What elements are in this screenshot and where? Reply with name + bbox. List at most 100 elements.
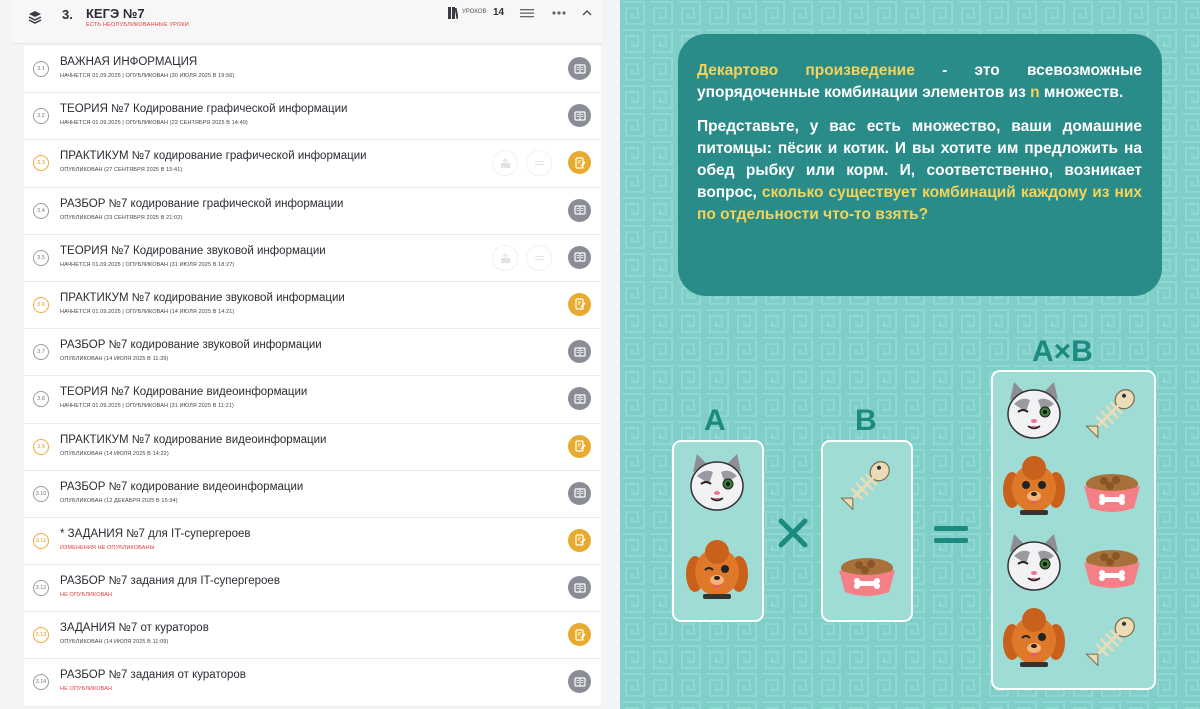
product-fish-bone-icon-2 [1085,617,1135,667]
product-dog-icon-2 [1003,608,1065,667]
lesson-title[interactable]: ТЕОРИЯ №7 Кодирование звуковой информаци… [60,245,326,257]
reader-icon [573,347,586,357]
lesson-number-badge: 3.5 [33,249,49,266]
lesson-row[interactable]: 3.14 РАЗБОР №7 задания от кураторов НЕ ОПУ… [24,659,601,707]
more-dots-icon [552,11,566,15]
lesson-number-badge: 3.12 [33,580,49,597]
lesson-title[interactable]: * ЗАДАНИЯ №7 для IT-супергероев [60,528,251,540]
definition-term: Декартово произведение [697,62,915,79]
lesson-row[interactable]: 3.13 ЗАДАНИЯ №7 от кураторов ОПУБЛИКОВАН (… [24,612,601,660]
lesson-status-meta: ОПУБЛИКОВАН (14 ИЮЛЯ 2025 В 11:09) [60,639,169,646]
lessons-count-value: 14 [493,7,505,18]
lesson-row[interactable]: 3.12 РАЗБОР №7 задания для IT-супергероев… [24,565,601,613]
lessons-count-label: УРОКОВ [462,9,487,15]
lesson-title[interactable]: ТЕОРИЯ №7 Кодирование графической информ… [60,103,347,115]
edit-document-icon [574,440,586,452]
lesson-status-meta: НАЧНЕТСЯ 01.09.2025 | ОПУБЛИКОВАН (31 ИЮ… [60,261,235,268]
theory-open-button[interactable] [568,104,591,128]
lesson-title[interactable]: ПРАКТИКУМ №7 кодирование видеоинформации [60,434,326,446]
lesson-status-meta: ИЗМЕНЕНИЯ НЕ ОПУБЛИКОВАНЫ [60,544,155,551]
definition-paragraph: Декартово произведение - это всевозможны… [697,60,1142,104]
lesson-number-badge: 3.9 [33,438,49,455]
lesson-number-badge: 3.13 [33,627,49,644]
theory-open-button[interactable] [568,340,591,364]
lesson-row[interactable]: 3.1 ВАЖНАЯ ИНФОРМАЦИЯ НАЧНЕТСЯ 01.09.2025 … [24,46,601,94]
practice-edit-button[interactable] [568,292,591,316]
collapse-button[interactable] [578,6,596,20]
reader-icon [573,394,586,404]
lesson-title[interactable]: РАЗБОР №7 задания от кураторов [60,669,246,681]
product-label: A×B [1032,335,1093,368]
theory-open-button[interactable] [568,57,591,80]
lesson-row[interactable]: 3.11 * ЗАДАНИЯ №7 для IT-супергероев ИЗМЕН… [24,517,601,566]
lesson-status-meta: ОПУБЛИКОВАН (27 СЕНТЯБРЯ 2025 В 15:41) [60,167,183,174]
product-cat-icon-1 [1007,382,1061,439]
theory-open-button[interactable] [568,576,591,600]
reorder-hover-button[interactable] [526,244,552,271]
practice-edit-button[interactable] [568,623,591,647]
food-bowl-icon [839,558,895,596]
layers-icon [28,11,42,24]
drag-handle-button[interactable] [518,6,536,20]
set-a-label: A [704,404,726,437]
publish-hover-button[interactable] [492,244,518,271]
lesson-list: 3.1 ВАЖНАЯ ИНФОРМАЦИЯ НАЧНЕТСЯ 01.09.2025 … [24,46,601,707]
module-number: 3. [62,7,73,22]
lesson-title[interactable]: ЗАДАНИЯ №7 от кураторов [60,622,209,634]
reader-icon [573,488,586,498]
lesson-status-meta: ОПУБЛИКОВАН (14 ИЮЛЯ 2025 В 14:22) [60,450,169,457]
lesson-row[interactable]: 3.7 РАЗБОР №7 кодирование звуковой информ… [24,329,601,377]
lesson-row[interactable]: 3.2 ТЕОРИЯ №7 Кодирование графической инф… [24,93,601,141]
theory-open-button[interactable] [568,198,591,222]
lesson-row[interactable]: 3.10 РАЗБОР №7 кодирование видеоинформаци… [24,470,601,518]
module-header[interactable]: 3. КЕГЭ №7 ЕСТЬ НЕОПУБЛИКОВАННЫЕ УРОКИ У… [12,0,602,44]
lesson-row[interactable]: 3.3 ПРАКТИКУМ №7 кодирование графической … [24,140,601,188]
lesson-title[interactable]: РАЗБОР №7 кодирование звуковой информаци… [60,339,322,351]
publish-hover-button[interactable] [492,150,518,177]
theory-open-button[interactable] [568,245,591,269]
cat-icon [690,454,744,511]
lesson-row[interactable]: 3.6 ПРАКТИКУМ №7 кодирование звуковой инф… [24,281,601,330]
lesson-title[interactable]: ПРАКТИКУМ №7 кодирование графической инф… [60,150,367,162]
reorder-hover-button[interactable] [526,150,552,177]
reader-icon [573,205,586,215]
times-operator-icon [778,518,808,548]
lesson-title[interactable]: РАЗБОР №7 кодирование графической информ… [60,198,343,210]
lesson-row[interactable]: 3.5 ТЕОРИЯ №7 Кодирование звуковой информ… [24,234,601,282]
reader-icon [573,582,586,593]
practice-edit-button[interactable] [568,528,591,552]
theory-open-button[interactable] [568,670,591,694]
lesson-status-meta: ОПУБЛИКОВАН (12 ДЕКАБРЯ 2025 В 15:34) [60,497,178,504]
edit-document-icon [574,534,586,546]
practice-edit-button[interactable] [568,434,591,458]
definition-callout: Декартово произведение - это всевозможны… [678,34,1162,296]
lesson-title[interactable]: ВАЖНАЯ ИНФОРМАЦИЯ [60,56,197,68]
example-paragraph: Представьте, у вас есть множество, ваши … [697,116,1142,226]
fish-bone-icon [840,461,890,511]
product-fish-bone-icon-1 [1085,389,1135,439]
unpublished-warning: ЕСТЬ НЕОПУБЛИКОВАННЫЕ УРОКИ [86,22,189,28]
lesson-status-meta: НАЧНЕТСЯ 01.09.2025 | ОПУБЛИКОВАН (22 СЕ… [60,120,248,127]
product-cat-icon-2 [1007,534,1061,591]
lesson-number-badge: 3.2 [33,108,49,125]
lesson-title[interactable]: ПРАКТИКУМ №7 кодирование звуковой информ… [60,292,345,304]
lesson-status-meta: ОПУБЛИКОВАН (14 ИЮЛЯ 2025 В 11:39) [60,356,169,363]
product-dog-icon-1 [1003,456,1065,515]
lesson-status-meta: НАЧНЕТСЯ 01.09.2025 | ОПУБЛИКОВАН (14 ИЮ… [60,308,235,315]
theory-open-button[interactable] [568,481,591,505]
lesson-slide: Декартово произведение - это всевозможны… [620,0,1200,709]
lesson-number-badge: 3.4 [33,202,49,219]
theory-open-button[interactable] [568,387,591,411]
lesson-title[interactable]: ТЕОРИЯ №7 Кодирование видеоинформации [60,386,307,398]
lesson-title[interactable]: РАЗБОР №7 кодирование видеоинформации [60,481,303,493]
dog-icon [686,540,748,599]
lesson-row[interactable]: 3.9 ПРАКТИКУМ №7 кодирование видеоинформа… [24,423,601,471]
practice-edit-button[interactable] [568,151,591,175]
lesson-row[interactable]: 3.4 РАЗБОР №7 кодирование графической инф… [24,187,601,235]
lesson-row[interactable]: 3.8 ТЕОРИЯ №7 Кодирование видеоинформации… [24,376,601,424]
more-options-button[interactable] [550,6,568,20]
module-title: КЕГЭ №7 [86,6,145,21]
lesson-title[interactable]: РАЗБОР №7 задания для IT-супергероев [60,575,280,587]
app-root: 3. КЕГЭ №7 ЕСТЬ НЕОПУБЛИКОВАННЫЕ УРОКИ У… [0,0,1200,709]
lesson-number-badge: 3.8 [33,391,49,408]
